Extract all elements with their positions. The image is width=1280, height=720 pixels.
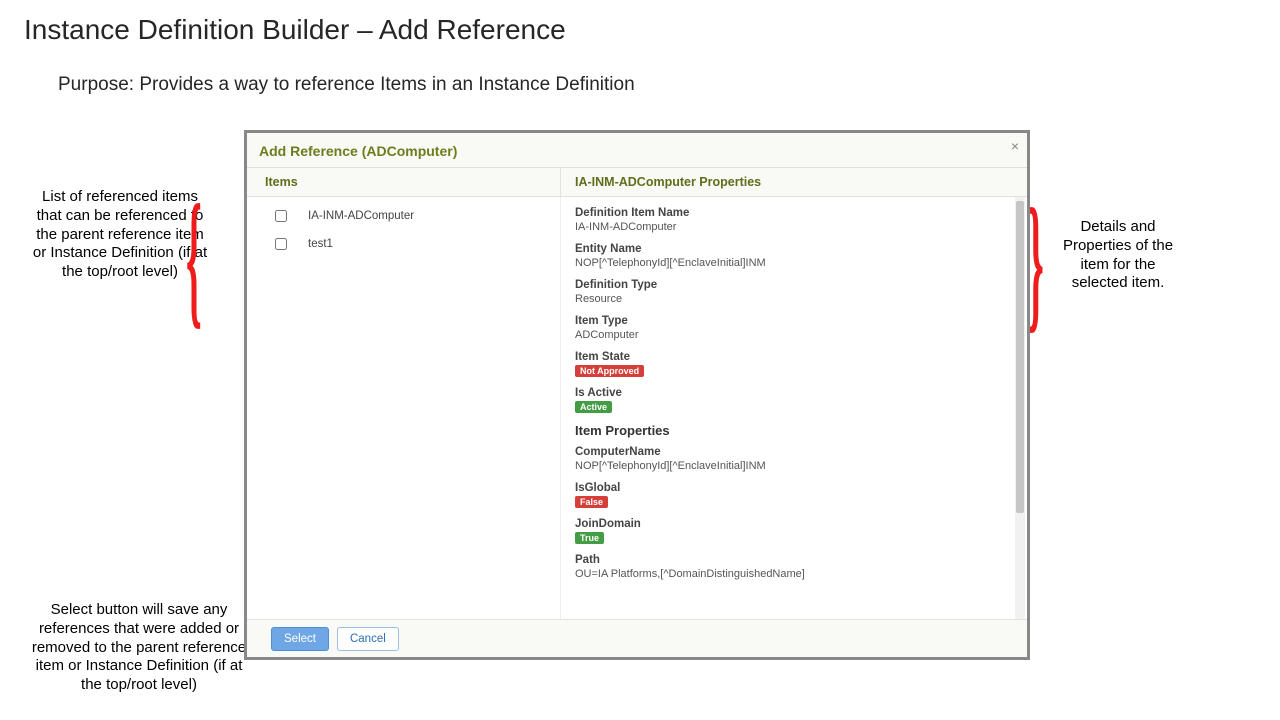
add-reference-dialog: Add Reference (ADComputer) × Items IA-IN…	[244, 130, 1030, 660]
prop-label: Entity Name	[575, 243, 1009, 255]
item-checkbox[interactable]	[275, 210, 287, 222]
dialog-footer: Select Cancel	[247, 619, 1027, 657]
prop-is-global: IsGlobal False	[575, 482, 1009, 508]
brace-right-icon: }	[1028, 172, 1044, 351]
annotation-items-list: List of referenced items that can be ref…	[30, 188, 210, 282]
scrollbar-thumb[interactable]	[1016, 201, 1024, 513]
brace-left-icon: {	[186, 168, 202, 347]
prop-label: Definition Type	[575, 279, 1009, 291]
properties-column-header: IA-INM-ADComputer Properties	[561, 168, 1027, 196]
prop-label: Item Type	[575, 315, 1009, 327]
list-item[interactable]: IA-INM-ADComputer	[271, 207, 554, 225]
prop-entity-name: Entity Name NOP[^TelephonyId][^EnclaveIn…	[575, 243, 1009, 269]
prop-value: NOP[^TelephonyId][^EnclaveInitial]INM	[575, 460, 1009, 472]
item-label: IA-INM-ADComputer	[308, 210, 414, 222]
prop-label: Definition Item Name	[575, 207, 1009, 219]
prop-item-state: Item State Not Approved	[575, 351, 1009, 377]
item-properties-header: Item Properties	[575, 423, 1009, 438]
prop-value: NOP[^TelephonyId][^EnclaveInitial]INM	[575, 257, 1009, 269]
prop-label: IsGlobal	[575, 482, 1009, 494]
select-button[interactable]: Select	[271, 627, 329, 651]
dialog-title: Add Reference (ADComputer)	[259, 143, 457, 159]
prop-value: IA-INM-ADComputer	[575, 221, 1009, 233]
page-title: Instance Definition Builder – Add Refere…	[24, 14, 566, 46]
prop-definition-type: Definition Type Resource	[575, 279, 1009, 305]
items-column-header: Items	[247, 168, 561, 196]
list-item[interactable]: test1	[271, 235, 554, 253]
status-badge-true: True	[575, 532, 604, 544]
prop-definition-item-name: Definition Item Name IA-INM-ADComputer	[575, 207, 1009, 233]
status-badge-not-approved: Not Approved	[575, 365, 644, 377]
prop-is-active: Is Active Active	[575, 387, 1009, 413]
prop-label: JoinDomain	[575, 518, 1009, 530]
prop-label: ComputerName	[575, 446, 1009, 458]
item-label: test1	[308, 238, 333, 250]
purpose-text: Purpose: Provides a way to reference Ite…	[58, 74, 635, 96]
prop-join-domain: JoinDomain True	[575, 518, 1009, 544]
annotation-properties-panel: Details and Properties of the item for t…	[1058, 218, 1178, 293]
annotation-select-button: Select button will save any references t…	[30, 601, 248, 695]
prop-value: ADComputer	[575, 329, 1009, 341]
prop-value: OU=IA Platforms,[^DomainDistinguishedNam…	[575, 568, 1009, 580]
items-pane: IA-INM-ADComputer test1	[247, 197, 561, 619]
prop-label: Is Active	[575, 387, 1009, 399]
properties-pane: Definition Item Name IA-INM-ADComputer E…	[561, 197, 1027, 619]
dialog-header: Add Reference (ADComputer) ×	[247, 133, 1027, 167]
prop-value: Resource	[575, 293, 1009, 305]
prop-label: Path	[575, 554, 1009, 566]
prop-label: Item State	[575, 351, 1009, 363]
item-checkbox[interactable]	[275, 238, 287, 250]
scrollbar[interactable]	[1015, 197, 1025, 619]
status-badge-false: False	[575, 496, 608, 508]
prop-computer-name: ComputerName NOP[^TelephonyId][^EnclaveI…	[575, 446, 1009, 472]
prop-path: Path OU=IA Platforms,[^DomainDistinguish…	[575, 554, 1009, 580]
prop-item-type: Item Type ADComputer	[575, 315, 1009, 341]
status-badge-active: Active	[575, 401, 612, 413]
column-headers: Items IA-INM-ADComputer Properties	[247, 167, 1027, 197]
close-icon[interactable]: ×	[1011, 139, 1019, 153]
cancel-button[interactable]: Cancel	[337, 627, 399, 651]
